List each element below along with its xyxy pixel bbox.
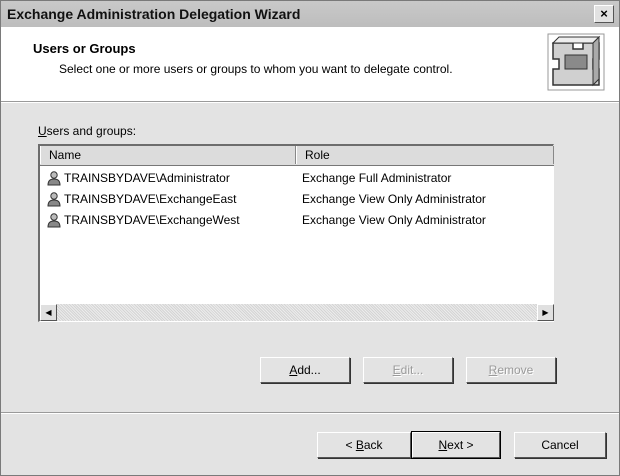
column-header-name[interactable]: Name bbox=[40, 146, 296, 164]
remove-button[interactable]: Remove bbox=[466, 357, 556, 383]
page-subtitle: Select one or more users or groups to wh… bbox=[59, 62, 453, 76]
next-button[interactable]: Next > bbox=[411, 431, 501, 459]
wizard-puzzle-icon bbox=[547, 33, 605, 91]
row-name: TRAINSBYDAVE\ExchangeEast bbox=[64, 192, 237, 206]
arrow-right-icon: ▶ bbox=[542, 308, 549, 317]
header-divider bbox=[1, 102, 619, 103]
list-item[interactable]: TRAINSBYDAVE\Administrator Exchange Full… bbox=[40, 168, 554, 189]
close-button[interactable]: × bbox=[594, 5, 614, 23]
row-role: Exchange Full Administrator bbox=[302, 171, 452, 185]
cancel-button[interactable]: Cancel bbox=[514, 432, 606, 458]
list-item[interactable]: TRAINSBYDAVE\ExchangeEast Exchange View … bbox=[40, 189, 554, 210]
column-header-role[interactable]: Role bbox=[296, 146, 554, 164]
page-title: Users or Groups bbox=[33, 41, 136, 56]
row-name: TRAINSBYDAVE\Administrator bbox=[64, 171, 230, 185]
add-button[interactable]: Add... bbox=[260, 357, 350, 383]
arrow-left-icon: ◀ bbox=[45, 308, 52, 317]
users-groups-list[interactable]: Name Role TRAINSBYDAVE\Administrator Exc… bbox=[38, 144, 554, 322]
list-rows: TRAINSBYDAVE\Administrator Exchange Full… bbox=[40, 168, 554, 231]
scrollbar-track[interactable] bbox=[57, 304, 537, 321]
footer-divider bbox=[1, 412, 619, 414]
wizard-header: Users or Groups Select one or more users… bbox=[1, 27, 619, 102]
row-role: Exchange View Only Administrator bbox=[302, 192, 486, 206]
wizard-window: Exchange Administration Delegation Wizar… bbox=[0, 0, 620, 476]
edit-button[interactable]: Edit... bbox=[363, 357, 453, 383]
scroll-right-button[interactable]: ▶ bbox=[537, 304, 554, 321]
users-groups-label: Users and groups: bbox=[38, 124, 137, 138]
row-role: Exchange View Only Administrator bbox=[302, 213, 486, 227]
list-header: Name Role bbox=[40, 146, 554, 166]
title-bar[interactable]: Exchange Administration Delegation Wizar… bbox=[1, 1, 619, 27]
window-title: Exchange Administration Delegation Wizar… bbox=[7, 6, 301, 22]
list-item[interactable]: TRAINSBYDAVE\ExchangeWest Exchange View … bbox=[40, 210, 554, 231]
scroll-left-button[interactable]: ◀ bbox=[40, 304, 57, 321]
row-name: TRAINSBYDAVE\ExchangeWest bbox=[64, 213, 240, 227]
user-icon bbox=[47, 213, 61, 228]
horizontal-scrollbar[interactable]: ◀ ▶ bbox=[40, 304, 554, 321]
user-icon bbox=[47, 192, 61, 207]
user-icon bbox=[47, 171, 61, 186]
back-button[interactable]: < Back bbox=[317, 432, 411, 458]
close-icon: × bbox=[600, 6, 608, 21]
